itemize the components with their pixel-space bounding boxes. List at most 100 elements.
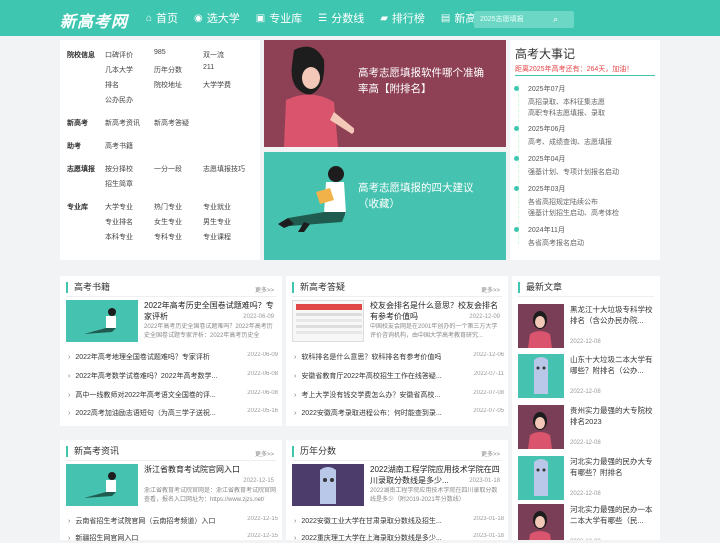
list-item[interactable]: › 考上大学没有钱交学费怎么办？安徽省高校... 2022-07-08 — [294, 390, 504, 400]
panel-title: 历年分数 — [292, 446, 336, 457]
books-panel: 高考书籍 更多>> 2022年高考历史全国卷试题难吗？专家评析 2022年高考历… — [60, 276, 282, 426]
gaokao-events-panel: 高考大事记 距离2025年高考还有：264天，加油！ 2025年07月 高招录取… — [510, 40, 660, 260]
category-title-volunteer: 志愿填报 — [67, 166, 95, 173]
nav-choose-university[interactable]: ◉ 选大学 — [186, 0, 248, 36]
timeline-dot — [514, 86, 519, 91]
list-item[interactable]: › 软科排名是什么意思？软科排名有参考价值吗 2022-12-06 — [294, 352, 504, 362]
featured-article-date: 2022-06-09 — [243, 314, 274, 320]
category-link[interactable]: 几本大学 — [105, 65, 133, 75]
category-link[interactable]: 招生简章 — [105, 179, 133, 189]
featured-article-desc: 浙江省教育考试院官网是：浙江省教育考试院官网查看，报名入口网址为：https:/… — [144, 488, 276, 503]
category-link[interactable]: 高考书籍 — [105, 141, 133, 151]
site-logo[interactable]: 新高考网 — [60, 8, 128, 32]
divider — [292, 296, 502, 297]
search-icon[interactable]: ⌕ — [553, 11, 558, 28]
category-link[interactable]: 大学学费 — [203, 80, 231, 90]
list-item[interactable]: › 新疆招生网官网入口 2022-12-15 — [68, 533, 278, 543]
article-thumbnail — [518, 504, 564, 540]
divider — [518, 296, 654, 297]
featured-article-date: 2022-12-09 — [469, 314, 500, 320]
banner-software-ranking[interactable]: 高考志愿填报软件哪个准确率高【附排名】 — [264, 40, 506, 147]
article-thumbnail[interactable] — [66, 300, 138, 342]
search-input[interactable]: 2025志愿填报 ⌕ — [474, 11, 574, 28]
category-title-new-gaokao: 新高考 — [67, 120, 88, 127]
latest-article-item[interactable]: 河北实力最强的民办一本二本大学有哪些（民... 2022-12-08 — [518, 504, 656, 540]
category-title-help: 助考 — [67, 143, 81, 150]
more-link[interactable]: 更多>> — [481, 449, 500, 458]
more-link[interactable]: 更多>> — [481, 285, 500, 294]
list-item[interactable]: › 2022安徽工业大学在甘肃录取分数线及招生... 2023-01-18 — [294, 516, 504, 526]
category-link[interactable]: 公办民办 — [105, 95, 133, 105]
main-nav: ⌂首页 ◉选大学 ▣专业库 ☰分数线 ▰排行榜 ▤新高考资讯 — [138, 0, 517, 36]
timeline-dot — [514, 186, 519, 191]
article-thumbnail[interactable] — [292, 300, 364, 342]
list-item[interactable]: › 2022重庆理工大学在上海录取分数线是多少... 2023-01-18 — [294, 533, 504, 543]
more-link[interactable]: 更多>> — [255, 285, 274, 294]
category-link[interactable]: 专业课程 — [203, 232, 231, 242]
list-item[interactable]: › 2022年高考地理全国卷试题难吗？专家评析 2022-06-09 — [68, 352, 278, 362]
latest-article-item[interactable]: 贵州实力最强的大专院校排名2023 2022-12-08 — [518, 405, 656, 449]
category-link[interactable]: 志愿填报技巧 — [203, 164, 245, 174]
panel-title: 最新文章 — [518, 282, 562, 293]
list-item[interactable]: › 云南省招生考试院官网（云南招考频道）入口 2022-12-15 — [68, 516, 278, 526]
banner-title: 高考志愿填报的四大建议（收藏） — [358, 182, 474, 210]
nav-major-library[interactable]: ▣ 专业库 — [248, 0, 310, 36]
category-link[interactable]: 新高考答疑 — [154, 118, 189, 128]
article-thumbnail[interactable] — [66, 464, 138, 506]
briefcase-icon: ▣ — [255, 12, 266, 24]
list-icon: ☰ — [318, 12, 328, 24]
nav-rankings[interactable]: ▰ 排行榜 — [372, 0, 433, 36]
category-link[interactable]: 专业排名 — [105, 217, 133, 227]
featured-article-title[interactable]: 浙江省教育考试院官网入口 — [144, 464, 276, 475]
nav-home[interactable]: ⌂ 首页 — [138, 0, 186, 36]
latest-article-item[interactable]: 河北实力最强的民办大专有哪些？附排名 2022-12-08 — [518, 456, 656, 500]
category-link[interactable]: 专业就业 — [203, 202, 231, 212]
category-link[interactable]: 大学专业 — [105, 202, 133, 212]
article-thumbnail — [518, 304, 564, 348]
banner-four-suggestions[interactable]: 高考志愿填报的四大建议（收藏） — [264, 152, 506, 260]
featured-article-desc: 中国校友会网是在2001年创办的一个第三方大学评价咨询机构，由中国大学高考教育研… — [370, 324, 498, 339]
news-icon: ▤ — [440, 12, 451, 24]
news-panel: 新高考资讯 更多>> 浙江省教育考试院官网入口 浙江省教育考试院官网是：浙江省教… — [60, 440, 282, 543]
featured-article-desc: 2022湖南工程学院应用技术学院在四川录取分数线是多少（附2019-2021年分… — [370, 488, 498, 503]
category-link[interactable]: 排名 — [105, 80, 119, 90]
events-title: 高考大事记 — [515, 47, 576, 61]
list-item[interactable]: › 安徽省教育厅2022年高校招生工作在线答疑... 2022-07-11 — [294, 371, 504, 381]
nav-score-lines[interactable]: ☰ 分数线 — [310, 0, 372, 36]
top-navigation-bar: 新高考网 ⌂首页 ◉选大学 ▣专业库 ☰分数线 ▰排行榜 ▤新高考资讯 2025… — [0, 0, 720, 36]
banner-title: 高考志愿填报软件哪个准确率高【附排名】 — [358, 67, 484, 95]
category-link[interactable]: 女生专业 — [154, 217, 182, 227]
category-link[interactable]: 院校地址 — [154, 80, 182, 90]
category-link[interactable]: 历年分数 — [154, 65, 182, 75]
category-link[interactable]: 新高考资讯 — [105, 118, 140, 128]
featured-article-desc: 2022年高考历史全国卷试题难吗？2022年高考历史全国卷试题专家评析：2022… — [144, 324, 273, 339]
article-thumbnail[interactable] — [292, 464, 364, 506]
category-link[interactable]: 按分择校 — [105, 164, 133, 174]
category-link[interactable]: 男生专业 — [203, 217, 231, 227]
article-thumbnail — [518, 405, 564, 449]
category-link[interactable]: 双一流 — [203, 50, 224, 60]
scores-panel: 历年分数 更多>> 2022湖南工程学院应用技术学院在四川录取分数线是多少...… — [286, 440, 508, 543]
category-link[interactable]: 口碑评价 — [105, 50, 133, 60]
category-link[interactable]: 专科专业 — [154, 232, 182, 242]
list-item[interactable]: › 2022年高考数学试卷难吗？2022年高考数学... 2022-06-08 — [68, 371, 278, 381]
category-link[interactable]: 985 — [154, 49, 166, 56]
latest-articles-panel: 最新文章 黑龙江十大垃圾专科学校排名（含公办民办院... 2022-12-08 … — [512, 276, 660, 540]
category-link[interactable]: 热门专业 — [154, 202, 182, 212]
category-link[interactable]: 本科专业 — [105, 232, 133, 242]
panel-title: 高考书籍 — [66, 282, 110, 293]
category-link[interactable]: 一分一段 — [154, 164, 182, 174]
panel-title: 新高考资讯 — [66, 446, 119, 457]
list-item[interactable]: › 高中一线教师对2022年高考语文全国卷的评... 2022-06-08 — [68, 390, 278, 400]
list-item[interactable]: › 2022高考加油励志语短句（为高三学子送祝... 2022-05-16 — [68, 408, 278, 418]
chat-icon: ▰ — [380, 12, 388, 24]
list-item[interactable]: › 2022安徽高考录取进程公布：何时能查到录... 2022-07-05 — [294, 408, 504, 418]
timeline-dot — [514, 126, 519, 131]
category-link[interactable]: 211 — [203, 64, 214, 71]
category-menu: 院校信息 口碑评价 985 双一流 几本大学 历年分数 211 排名 院校地址 … — [60, 40, 260, 260]
latest-article-item[interactable]: 黑龙江十大垃圾专科学校排名（含公办民办院... 2022-12-08 — [518, 304, 656, 348]
featured-article-date: 2023-01-18 — [469, 478, 500, 484]
more-link[interactable]: 更多>> — [255, 449, 274, 458]
divider — [515, 75, 655, 76]
latest-article-item[interactable]: 山东十大垃圾二本大学有哪些？附排名（公办... 2022-12-08 — [518, 354, 656, 398]
